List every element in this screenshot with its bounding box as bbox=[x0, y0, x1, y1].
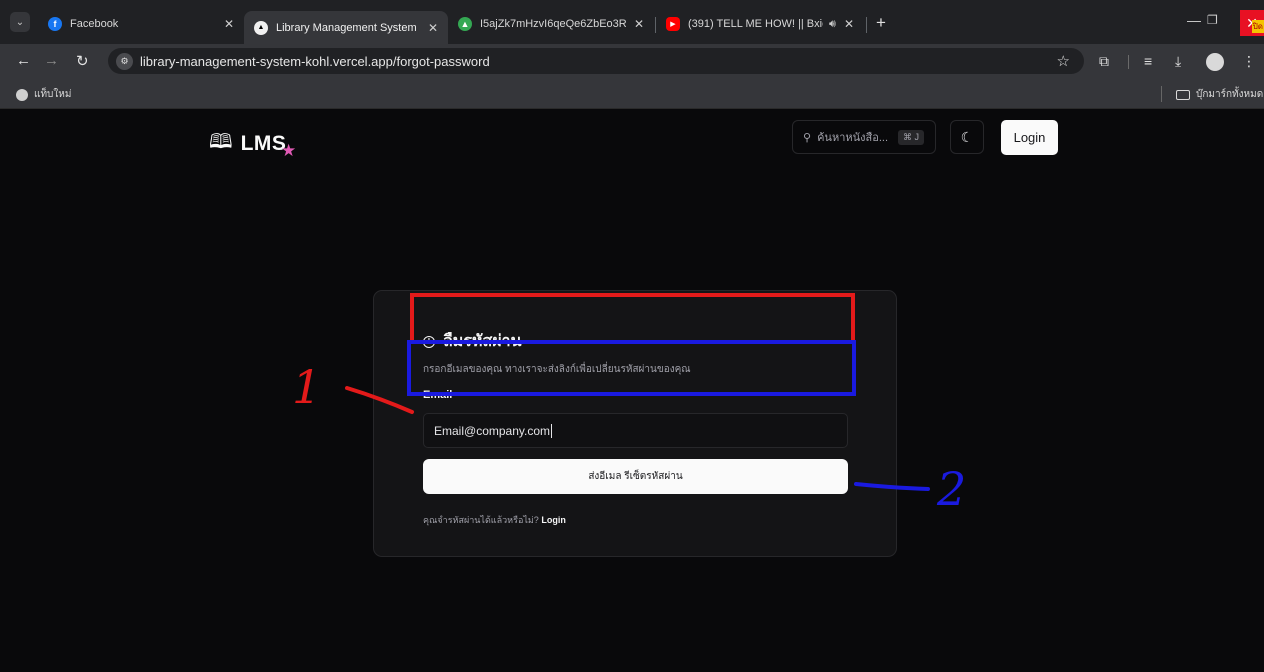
annotation-strokes bbox=[345, 386, 930, 491]
annotation-arrow-2 bbox=[854, 482, 930, 491]
annotation-number-2: 2 bbox=[937, 462, 967, 516]
annotation-number-1: 1 bbox=[292, 360, 322, 414]
screenshot-frame: ⌄ f Facebook ✕ ▲ Library Management Syst… bbox=[0, 0, 1264, 672]
annotation-arrow-1 bbox=[345, 386, 414, 414]
